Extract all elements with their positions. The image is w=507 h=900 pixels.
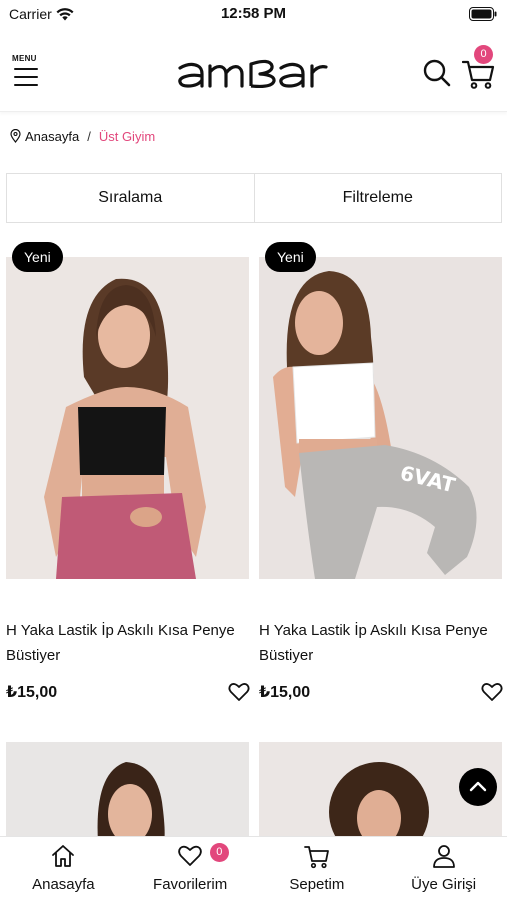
user-icon [432,845,455,868]
breadcrumb: Anasayfa / Üst Giyim [10,127,155,145]
bottom-nav: Anasayfa Favorilerim 0 Sepetim Üye Giriş… [0,836,507,900]
brand-logo[interactable] [176,54,331,90]
product-image[interactable] [6,257,249,579]
product-image[interactable]: 6VAT [259,257,502,579]
menu-button[interactable]: MENU [12,54,42,90]
nav-item-home[interactable]: Anasayfa [0,837,127,900]
nav-label: Sepetim [289,876,345,893]
product-card[interactable]: Yeni H Yaka Lastik İp Askılı Kısa Penye … [6,242,250,712]
nav-label: Anasayfa [32,876,95,893]
nav-item-favorites[interactable]: Favorilerim 0 [127,837,254,900]
nav-item-cart[interactable]: Sepetim [254,837,381,900]
chevron-up-icon [469,781,487,792]
cart-count-badge: 0 [474,45,493,64]
product-card[interactable]: 6VAT Yeni H Yaka Lastik İp Askılı Kısa P… [259,242,503,712]
heart-icon[interactable] [481,682,503,702]
new-badge: Yeni [265,242,316,272]
filter-button[interactable]: Filtreleme [253,174,502,222]
nav-label: Favorilerim [153,876,228,893]
product-title[interactable]: H Yaka Lastik İp Askılı Kısa Penye Büsti… [259,618,494,668]
product-title[interactable]: H Yaka Lastik İp Askılı Kısa Penye Büsti… [6,618,241,668]
app-header: MENU 0 [0,40,507,112]
product-price: ₺15,00 [259,684,311,701]
breadcrumb-separator: / [87,128,91,144]
search-icon[interactable] [422,58,452,88]
nav-item-account[interactable]: Üye Girişi [380,837,507,900]
product-price: ₺15,00 [6,684,58,701]
menu-label: MENU [12,54,37,63]
location-pin-icon [10,129,21,143]
breadcrumb-current[interactable]: Üst Giyim [99,129,155,144]
heart-icon[interactable] [228,682,250,702]
status-bar: Carrier 12:58 PM [0,0,507,28]
heart-icon [178,845,202,866]
nav-label: Üye Girişi [411,876,477,893]
sort-filter-bar: Sıralama Filtreleme [6,173,502,223]
favorites-count-badge: 0 [209,843,229,862]
sort-button[interactable]: Sıralama [7,174,254,222]
new-badge: Yeni [12,242,63,272]
cart-icon [303,846,329,869]
scroll-to-top-button[interactable] [459,768,497,806]
status-time: 12:58 PM [220,5,287,22]
breadcrumb-home-link[interactable]: Anasayfa [25,129,79,144]
home-icon [52,845,75,867]
hamburger-icon [14,68,38,92]
battery-icon [469,7,497,21]
product-card[interactable] [6,742,249,842]
